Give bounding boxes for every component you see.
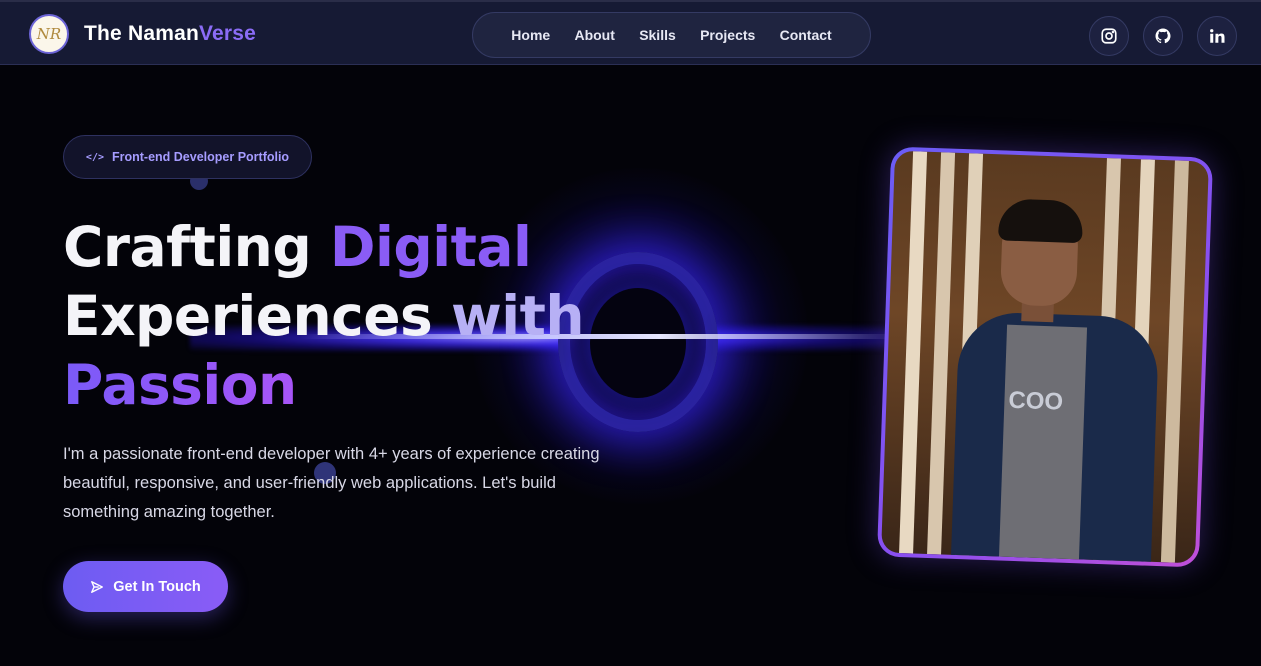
nav-menu: Home About Skills Projects Contact xyxy=(472,12,871,58)
nav-link-skills[interactable]: Skills xyxy=(639,27,676,43)
profile-photo: COO xyxy=(881,150,1209,564)
code-icon: </> xyxy=(85,151,104,163)
github-icon xyxy=(1155,28,1171,44)
background-slat xyxy=(899,151,928,554)
nav-link-contact[interactable]: Contact xyxy=(780,27,832,43)
brand-name-main: The Naman xyxy=(84,22,199,45)
send-icon xyxy=(91,580,104,593)
linkedin-icon xyxy=(1210,29,1225,43)
logo[interactable]: NR xyxy=(29,14,69,54)
profile-photo-frame: COO xyxy=(876,146,1214,568)
background-slat xyxy=(1160,160,1189,563)
background-slat xyxy=(927,152,956,555)
hero-title-line-2: Experiences with xyxy=(63,289,585,344)
title-word-accent: Digital xyxy=(329,215,532,279)
linkedin-button[interactable] xyxy=(1197,16,1237,56)
title-word: with xyxy=(450,284,585,348)
page: NR The NamanVerse Home About Skills Proj… xyxy=(0,0,1261,666)
get-in-touch-button[interactable]: Get In Touch xyxy=(63,561,228,612)
logo-monogram: NR xyxy=(36,25,62,43)
navbar: NR The NamanVerse Home About Skills Proj… xyxy=(0,0,1261,65)
hero-title-line-1: Crafting Digital xyxy=(63,220,532,275)
person-hair xyxy=(998,198,1084,244)
nav-link-projects[interactable]: Projects xyxy=(700,27,755,43)
black-hole-core xyxy=(590,288,686,398)
get-in-touch-label: Get In Touch xyxy=(113,578,201,595)
role-badge: </> Front-end Developer Portfolio xyxy=(63,135,312,179)
nav-link-about[interactable]: About xyxy=(574,27,614,43)
hero-description: I'm a passionate front-end developer wit… xyxy=(63,445,600,521)
instagram-icon xyxy=(1101,28,1117,44)
title-word-accent: Passion xyxy=(63,353,297,417)
nav-link-home[interactable]: Home xyxy=(511,27,550,43)
shirt-print: COO xyxy=(1007,386,1064,416)
brand-title[interactable]: The NamanVerse xyxy=(84,22,256,46)
role-badge-label: Front-end Developer Portfolio xyxy=(111,150,290,164)
github-button[interactable] xyxy=(1143,16,1183,56)
person-shirt xyxy=(998,324,1088,564)
brand-name-accent: Verse xyxy=(199,22,257,45)
title-word: Experiences xyxy=(63,284,433,348)
instagram-button[interactable] xyxy=(1089,16,1129,56)
title-word: Crafting xyxy=(63,215,312,279)
hero-title-line-3: Passion xyxy=(63,358,297,413)
